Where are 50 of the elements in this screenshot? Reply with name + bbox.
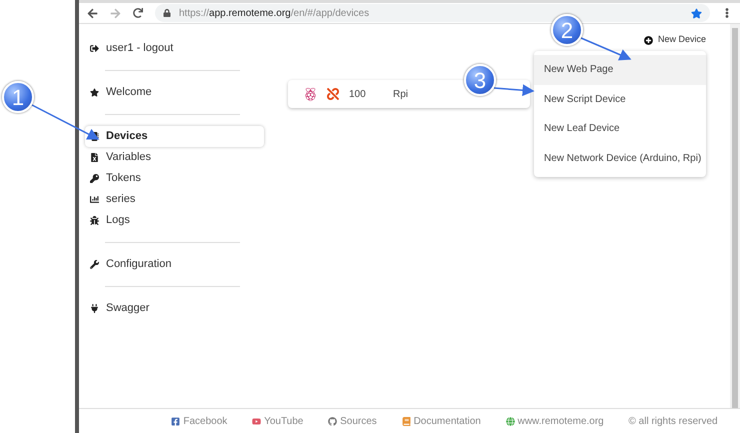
url-text: https://app.remoteme.org/en/#/app/devices xyxy=(179,6,370,20)
sidebar-item[interactable]: Configuration xyxy=(85,254,269,275)
footer-link[interactable]: www.remoteme.org xyxy=(506,414,604,428)
scrollbar[interactable] xyxy=(730,24,740,408)
arrow-line xyxy=(580,37,632,60)
bug-icon xyxy=(90,216,99,225)
reload-icon[interactable] xyxy=(133,8,143,18)
address-bar[interactable]: https://app.remoteme.org/en/#/app/devices xyxy=(155,4,710,22)
plug-icon xyxy=(90,304,99,313)
arrow-line xyxy=(494,84,534,96)
footer-link[interactable]: Facebook xyxy=(171,414,228,428)
bar-chart-icon xyxy=(90,195,99,204)
menu-item[interactable]: New Network Device (Arduino, Rpi) xyxy=(534,144,706,173)
chip-icon xyxy=(90,132,99,141)
key-icon xyxy=(90,174,99,183)
callout-badge: 3 xyxy=(464,64,496,96)
menu-item[interactable]: New Leaf Device xyxy=(534,114,706,144)
callout-badge: 2 xyxy=(551,14,583,46)
sidebar-item[interactable]: user1 - logout xyxy=(85,38,269,59)
youtube-icon xyxy=(252,416,262,426)
facebook-icon xyxy=(171,416,180,426)
footer-link[interactable]: Sources xyxy=(328,414,377,428)
footer-link[interactable]: Documentation xyxy=(402,414,481,428)
footer-link[interactable]: © all rights reserved xyxy=(628,414,718,428)
arrow-line xyxy=(32,104,100,140)
device-name: Rpi xyxy=(393,88,408,102)
sidebar-item[interactable]: Devices xyxy=(85,126,264,147)
sidebar-item[interactable]: series xyxy=(85,189,269,210)
sidebar-item[interactable]: Tokens xyxy=(85,168,269,189)
new-device-button[interactable]: New Device xyxy=(644,32,706,48)
raspberry-icon xyxy=(304,88,317,100)
wrench-icon xyxy=(90,260,99,269)
sidebar-item[interactable]: Variables xyxy=(85,147,269,168)
star-icon xyxy=(90,88,99,97)
bookmark-star-icon[interactable] xyxy=(691,8,702,18)
github-icon xyxy=(328,416,338,426)
footer-link[interactable]: YouTube xyxy=(252,414,304,428)
globe-icon xyxy=(506,416,515,426)
lock-icon xyxy=(163,9,171,17)
sidebar-item[interactable]: Welcome xyxy=(85,82,269,103)
sidebar-item[interactable]: Swagger xyxy=(85,298,269,319)
back-icon[interactable] xyxy=(87,8,98,18)
book-icon xyxy=(402,416,411,426)
device-id: 100 xyxy=(349,88,367,102)
menu-item[interactable]: New Script Device xyxy=(534,84,706,114)
file-icon xyxy=(90,153,99,162)
plus-icon xyxy=(644,36,653,44)
sidebar-item[interactable]: Logs xyxy=(85,210,269,231)
logout-icon xyxy=(90,44,99,53)
menu-item[interactable]: New Web Page xyxy=(534,55,706,84)
